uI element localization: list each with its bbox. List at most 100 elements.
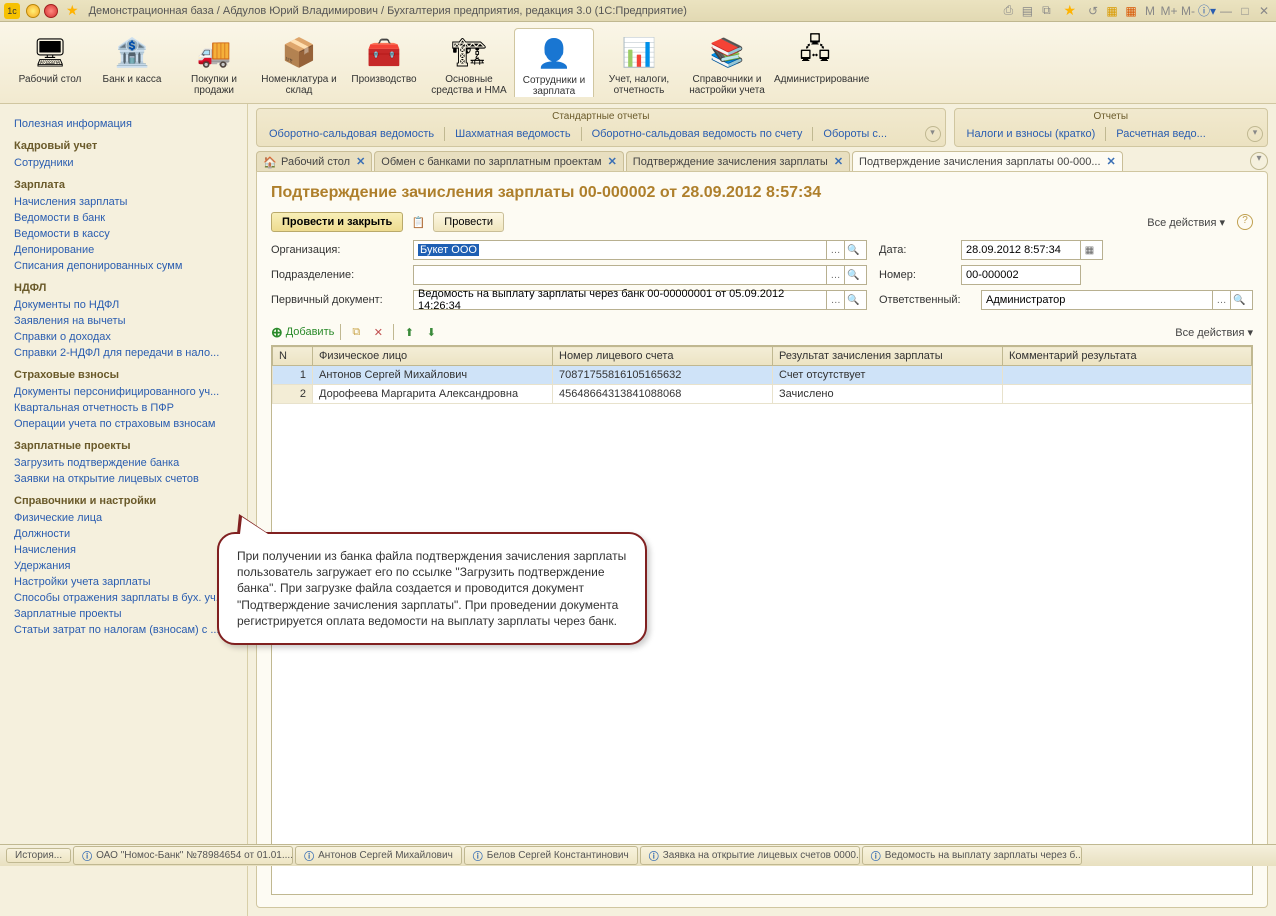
grid-header[interactable]: Физическое лицо [313,347,553,366]
sidebar-item[interactable]: Ведомости в банк [0,210,247,226]
tool-production[interactable]: 🧰Производство [344,28,424,97]
sidebar-item[interactable]: Статьи затрат по налогам (взносам) с ... [0,622,247,638]
statusbar-item[interactable]: ⓘАнтонов Сергей Михайлович [295,846,462,865]
copy-row-icon[interactable]: ⧉ [347,323,365,341]
report-link[interactable]: Оборотно-сальдовая ведомость [261,126,442,142]
grid-header[interactable]: Номер лицевого счета [553,347,773,366]
close-window-icon[interactable]: ✕ [1256,3,1272,19]
tool-desktop[interactable]: 🖥Рабочий стол [10,28,90,97]
tool-purchases[interactable]: 🚚Покупки и продажи [174,28,254,97]
report-link[interactable]: Шахматная ведомость [447,126,578,142]
help-icon[interactable]: ? [1237,214,1253,230]
search-icon[interactable]: 🔍 [844,291,862,309]
sidebar-item[interactable]: Настройки учета зарплаты [0,574,247,590]
favorite-star-icon[interactable]: ★ [66,2,79,19]
input-date[interactable]: 28.09.2012 8:57:34▦ [961,240,1103,260]
report-link[interactable]: Оборотно-сальдовая ведомость по счету [584,126,811,142]
dots-icon[interactable]: … [826,266,844,284]
titlebar-btn-1[interactable] [26,4,40,18]
sidebar-item[interactable]: Загрузить подтверждение банка [0,455,247,471]
dots-icon[interactable]: … [826,291,844,309]
search-icon[interactable]: 🔍 [1230,291,1248,309]
memory-m-minus[interactable]: M- [1180,3,1196,19]
print-icon[interactable]: ⎙ [1000,3,1016,19]
delete-row-icon[interactable]: ✕ [369,323,387,341]
table-row[interactable]: 1Антонов Сергей Михайлович70871755816105… [273,366,1252,385]
sidebar-item[interactable]: Начисления [0,542,247,558]
report-link[interactable]: Расчетная ведо... [1108,126,1214,142]
sidebar-item[interactable]: Зарплатные проекты [0,606,247,622]
report-link[interactable]: Налоги и взносы (кратко) [959,126,1104,142]
input-responsible[interactable]: Администратор…🔍 [981,290,1253,310]
info-icon[interactable]: ⓘ▾ [1199,3,1215,19]
copy-icon[interactable]: ⧉ [1038,3,1054,19]
input-organization[interactable]: Букет ООО …🔍 [413,240,867,260]
calendar-picker-icon[interactable]: ▦ [1080,241,1098,259]
titlebar-btn-2[interactable] [44,4,58,18]
report-link[interactable]: Обороты с... [815,126,895,142]
input-primary-doc[interactable]: Ведомость на выплату зарплаты через банк… [413,290,867,310]
sidebar-item[interactable]: Квартальная отчетность в ПФР [0,400,247,416]
star-icon[interactable]: ★ [1063,2,1076,19]
tab-close-icon[interactable]: ✕ [834,155,843,168]
table-row[interactable]: 2Дорофеева Маргарита Александровна456486… [273,385,1252,404]
sidebar-item[interactable]: Должности [0,526,247,542]
tool-assets[interactable]: 🏗Основные средства и НМА [426,28,512,97]
document-tab[interactable]: 🏠Рабочий стол✕ [256,151,372,171]
tab-close-icon[interactable]: ✕ [608,155,617,168]
chevron-down-icon[interactable]: ▾ [925,126,941,142]
add-row-button[interactable]: ⊕Добавить [271,324,334,341]
sidebar-item[interactable]: Операции учета по страховым взносам [0,416,247,432]
input-department[interactable]: …🔍 [413,265,867,285]
search-icon[interactable]: 🔍 [844,241,862,259]
sidebar-item[interactable]: Способы отражения зарплаты в бух. уч... [0,590,247,606]
sidebar-item[interactable]: Списания депонированных сумм [0,258,247,274]
grid-all-actions[interactable]: Все действия ▾ [1175,326,1253,339]
statusbar-item[interactable]: ⓘБелов Сергей Константинович [464,846,638,865]
memory-m-plus[interactable]: M+ [1161,3,1177,19]
sidebar-item[interactable]: Документы персонифицированного уч... [0,384,247,400]
sidebar-useful-info[interactable]: Полезная информация [0,116,247,132]
memory-m[interactable]: M [1142,3,1158,19]
document-tab[interactable]: Обмен с банками по зарплатным проектам✕ [374,151,624,171]
sidebar-item[interactable]: Ведомости в кассу [0,226,247,242]
sidebar-item[interactable]: Начисления зарплаты [0,194,247,210]
document-tab[interactable]: Подтверждение зачисления зарплаты✕ [626,151,850,171]
tool-admin[interactable]: 🖧Администрирование [772,28,858,97]
doc-icon[interactable]: ▤ [1019,3,1035,19]
tab-close-icon[interactable]: ✕ [1107,155,1116,168]
tabs-chevron-icon[interactable]: ▾ [1250,152,1268,170]
grid-header[interactable]: Результат зачисления зарплаты [773,347,1003,366]
maximize-icon[interactable]: □ [1237,3,1253,19]
minimize-icon[interactable]: — [1218,3,1234,19]
statusbar-item[interactable]: ⓘОАО "Номос-Банк" №78984654 от 01.01.... [73,846,293,865]
save-icon[interactable]: 📋 [409,213,427,231]
chevron-down-icon[interactable]: ▾ [1247,126,1263,142]
input-number[interactable]: 00-000002 [961,265,1081,285]
calendar-icon[interactable]: ▦ [1123,3,1139,19]
sidebar-item[interactable]: Заявления на вычеты [0,313,247,329]
sidebar-item[interactable]: Физические лица [0,510,247,526]
statusbar-item[interactable]: ⓘВедомость на выплату зарплаты через б..… [862,846,1082,865]
calculator-icon[interactable]: ▦ [1104,3,1120,19]
document-tab[interactable]: Подтверждение зачисления зарплаты 00-000… [852,151,1123,171]
sidebar-item[interactable]: Справки о доходах [0,329,247,345]
sidebar-item[interactable]: Удержания [0,558,247,574]
tab-close-icon[interactable]: ✕ [356,155,365,168]
grid-header[interactable]: N [273,347,313,366]
history-button[interactable]: История... [6,848,71,863]
statusbar-item[interactable]: ⓘЗаявка на открытие лицевых счетов 0000.… [640,846,860,865]
sidebar-item[interactable]: Заявки на открытие лицевых счетов [0,471,247,487]
sidebar-item[interactable]: Сотрудники [0,155,247,171]
sidebar-item[interactable]: Справки 2-НДФЛ для передачи в нало... [0,345,247,361]
sidebar-item[interactable]: Депонирование [0,242,247,258]
tool-nomenclature[interactable]: 📦Номенклатура и склад [256,28,342,97]
tool-bank[interactable]: 🏦Банк и касса [92,28,172,97]
all-actions-dropdown[interactable]: Все действия ▾ [1147,216,1225,229]
post-and-close-button[interactable]: Провести и закрыть [271,212,403,232]
search-icon[interactable]: 🔍 [844,266,862,284]
tool-employees[interactable]: 👤Сотрудники и зарплата [514,28,594,97]
dots-icon[interactable]: … [826,241,844,259]
move-up-icon[interactable]: ⬆ [400,323,418,341]
tool-taxes[interactable]: 📊Учет, налоги, отчетность [596,28,682,97]
